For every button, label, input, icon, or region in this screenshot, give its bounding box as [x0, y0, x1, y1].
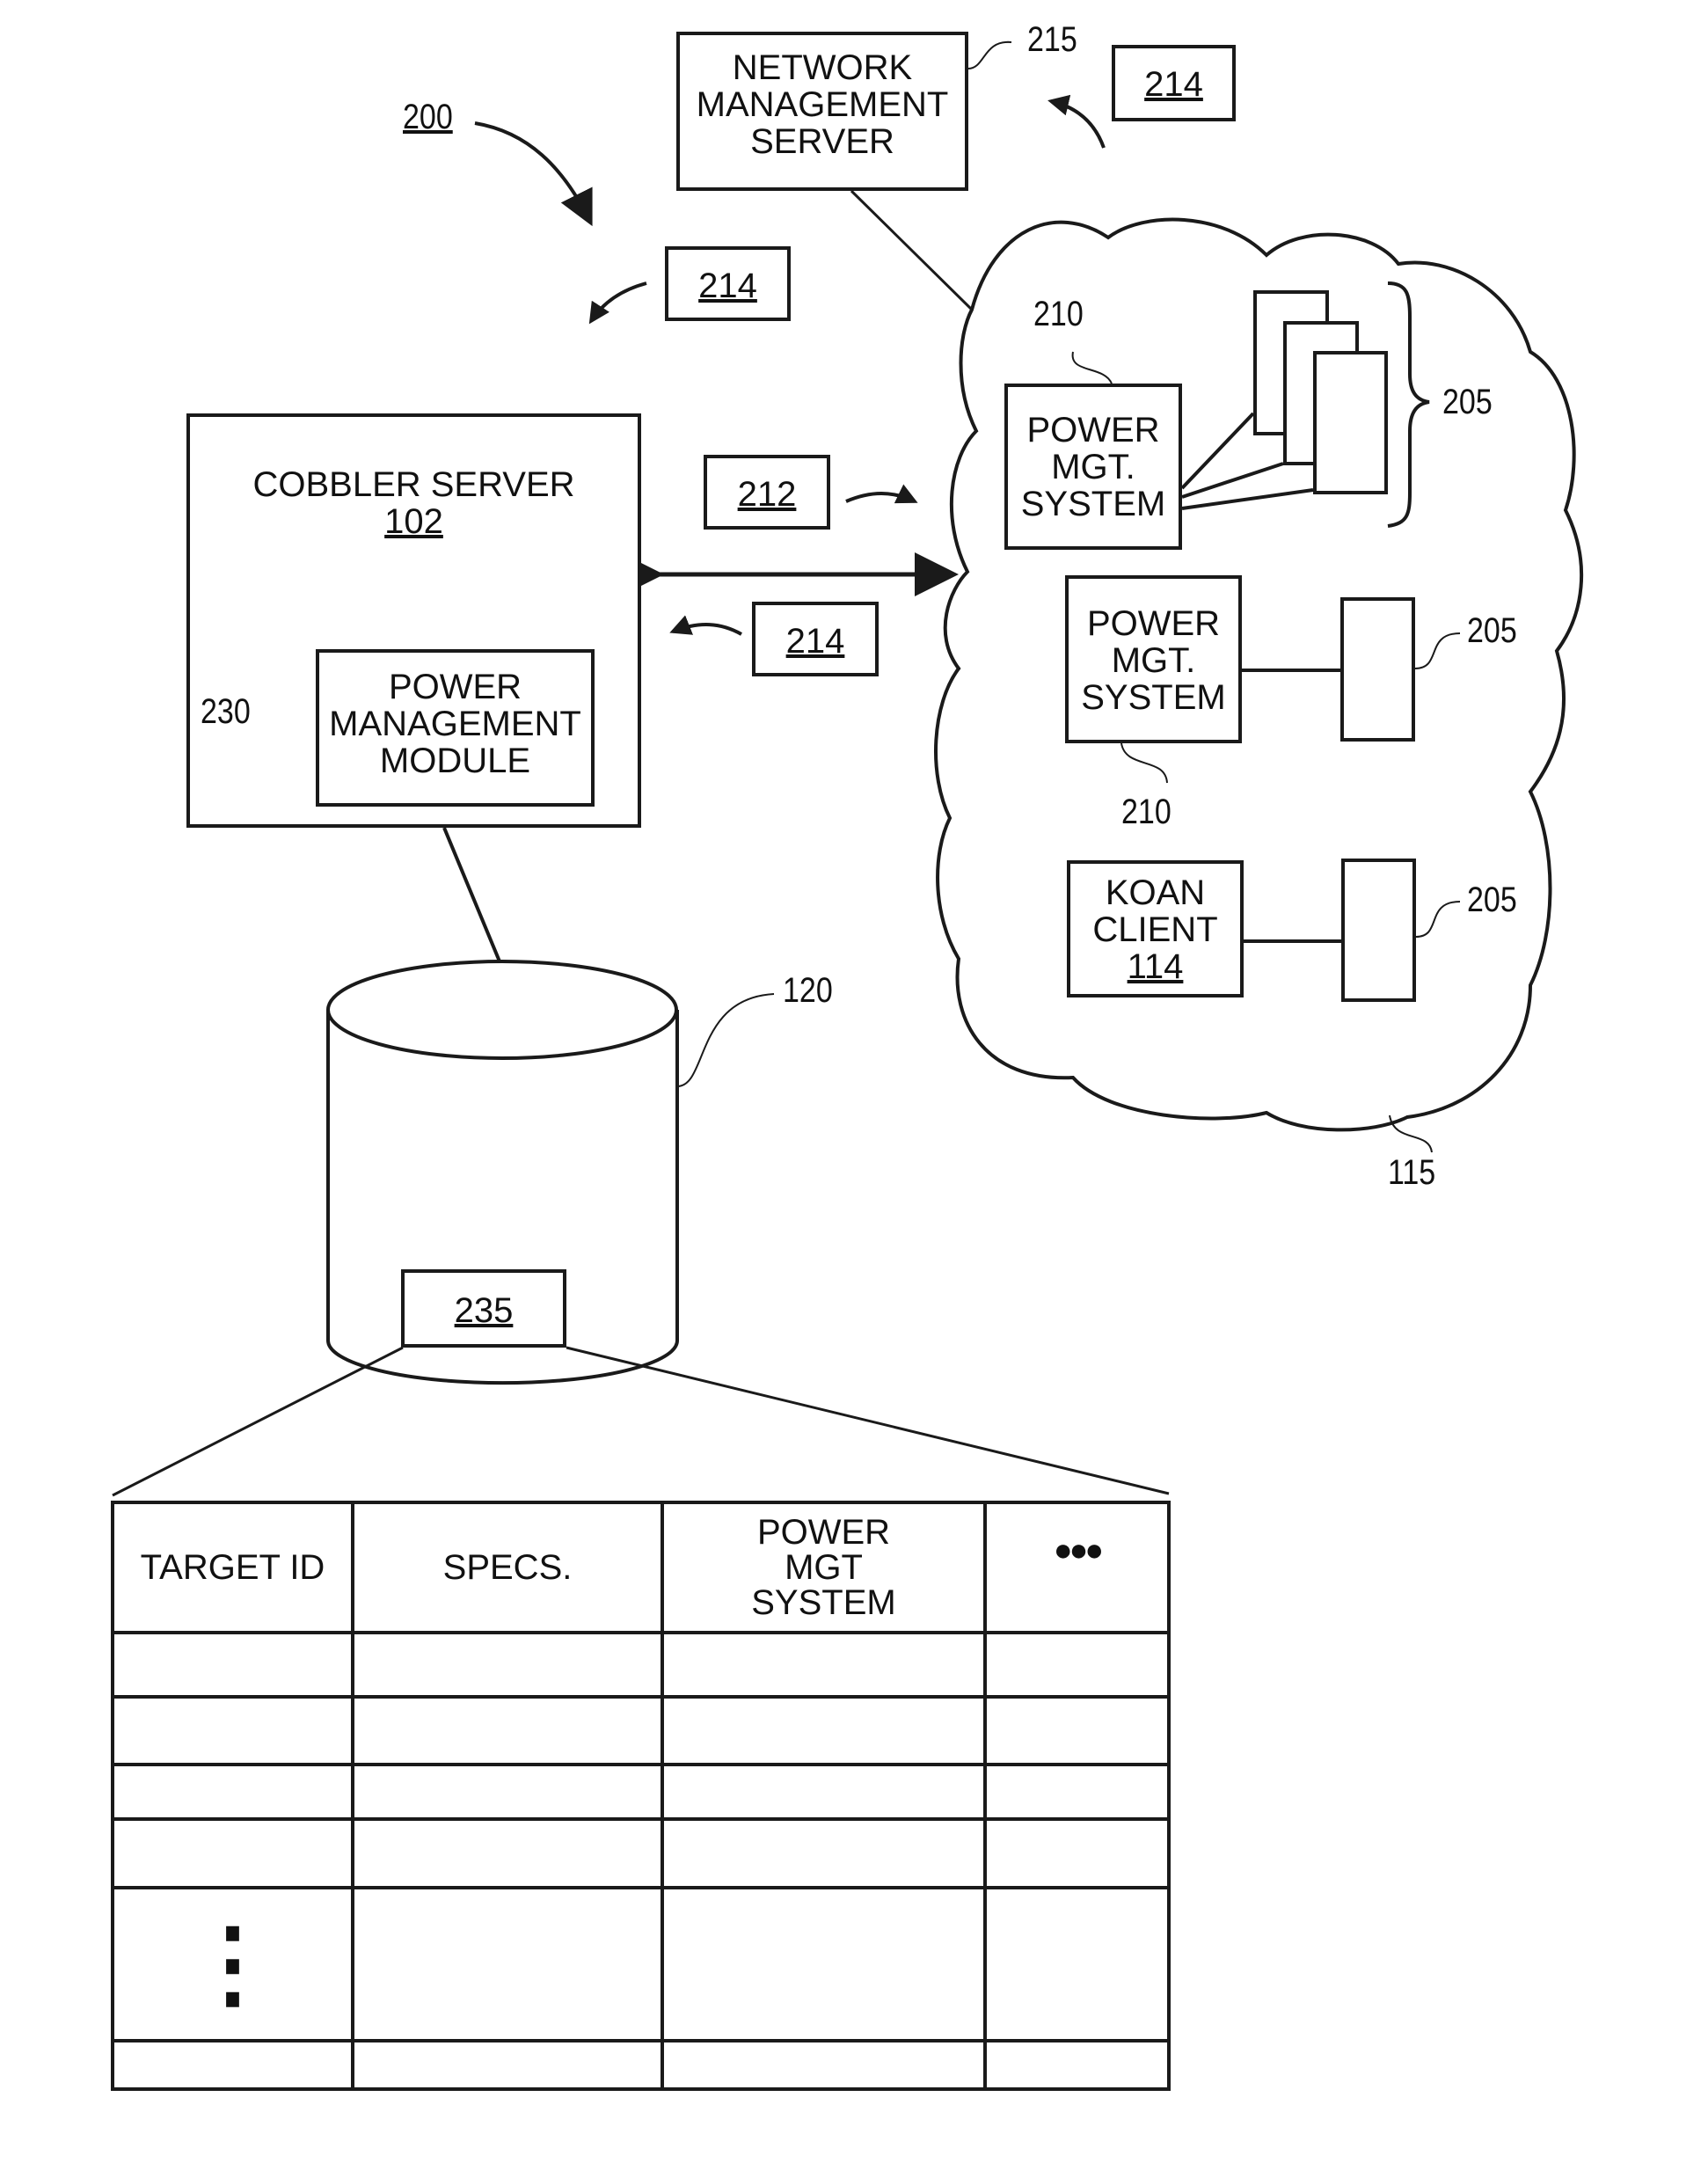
targets-brace	[1387, 281, 1430, 528]
cobbler-server-ref: 102	[384, 502, 443, 541]
message-ref: 214	[1144, 65, 1203, 104]
pms1-line-3: SYSTEM	[1020, 485, 1166, 523]
message-ref: 212	[737, 475, 797, 514]
table-row-ellipsis: ⋮	[184, 1910, 281, 2018]
pms1-line-2: MGT.	[1051, 448, 1135, 486]
message-box-214-top-center: 214	[665, 246, 791, 321]
power-mgt-system-2: POWER MGT. SYSTEM	[1065, 575, 1242, 743]
message-arrow-top-center	[588, 281, 647, 325]
cobbler-server-title: COBBLER SERVER	[252, 465, 575, 504]
record-box-235: 235	[401, 1269, 566, 1348]
header-line: SYSTEM	[751, 1583, 896, 1622]
figure-ref-label: 200	[403, 98, 453, 136]
pmm-ref-label: 230	[201, 692, 251, 731]
table-header-more: ●●●	[1053, 1531, 1104, 1567]
power-management-module: POWER MANAGEMENT MODULE	[316, 649, 595, 807]
target-machine	[1313, 351, 1388, 494]
message-arrow-212	[845, 484, 918, 504]
message-box-212: 212	[704, 455, 830, 530]
koan-line-1: KOAN	[1105, 873, 1206, 912]
koan-line-2: CLIENT	[1092, 910, 1218, 949]
table-header-power-mgt-system: POWER MGT SYSTEM	[662, 1502, 985, 1633]
cobbler-db-link	[442, 827, 501, 962]
target-ref-label: 205	[1467, 611, 1517, 650]
targets-ref-label: 205	[1442, 383, 1493, 421]
koan-ref: 114	[1127, 947, 1184, 986]
table-header-specs: SPECS.	[442, 1548, 573, 1587]
pmm-line-3: MODULE	[379, 742, 531, 780]
message-arrow-top-right	[1047, 94, 1106, 149]
nms-ref-label: 215	[1027, 20, 1077, 59]
header-line: MGT	[785, 1548, 863, 1587]
target-machine	[1341, 859, 1416, 1002]
pms2-line-2: MGT.	[1111, 641, 1196, 680]
message-box-214-top-right: 214	[1112, 45, 1236, 121]
message-ref: 214	[785, 622, 845, 661]
table-header-target-id: TARGET ID	[140, 1548, 325, 1587]
nms-line-1: NETWORK	[732, 48, 913, 87]
network-ref-label: 115	[1388, 1153, 1436, 1192]
network-management-server: NETWORK MANAGEMENT SERVER	[676, 32, 968, 191]
record-ref: 235	[454, 1291, 514, 1330]
koan-client: KOAN CLIENT 114	[1067, 860, 1244, 997]
message-ref: 214	[698, 267, 757, 305]
header-line: POWER	[756, 1513, 891, 1552]
message-arrow-214-lower	[669, 615, 742, 636]
pms2-line-3: SYSTEM	[1081, 678, 1226, 717]
pmm-line-2: MANAGEMENT	[329, 705, 581, 743]
figure-ref-arrow	[474, 121, 593, 227]
power-mgt-system-1: POWER MGT. SYSTEM	[1004, 384, 1182, 550]
message-box-214-lower: 214	[752, 602, 879, 676]
database-ref-label: 120	[783, 971, 833, 1010]
nms-line-2: MANAGEMENT	[696, 85, 949, 124]
pms1-line-1: POWER	[1026, 411, 1160, 449]
koan-target-ref-label: 205	[1467, 881, 1517, 919]
target-machine	[1340, 597, 1415, 742]
nms-line-3: SERVER	[750, 122, 894, 161]
diagram-lines	[111, 40, 1584, 2091]
pms2-ref-label: 210	[1121, 793, 1172, 831]
pmm-line-1: POWER	[388, 668, 522, 706]
pms2-line-1: POWER	[1086, 604, 1221, 643]
nms-connector	[850, 189, 974, 311]
pms1-ref-label: 210	[1033, 295, 1084, 333]
